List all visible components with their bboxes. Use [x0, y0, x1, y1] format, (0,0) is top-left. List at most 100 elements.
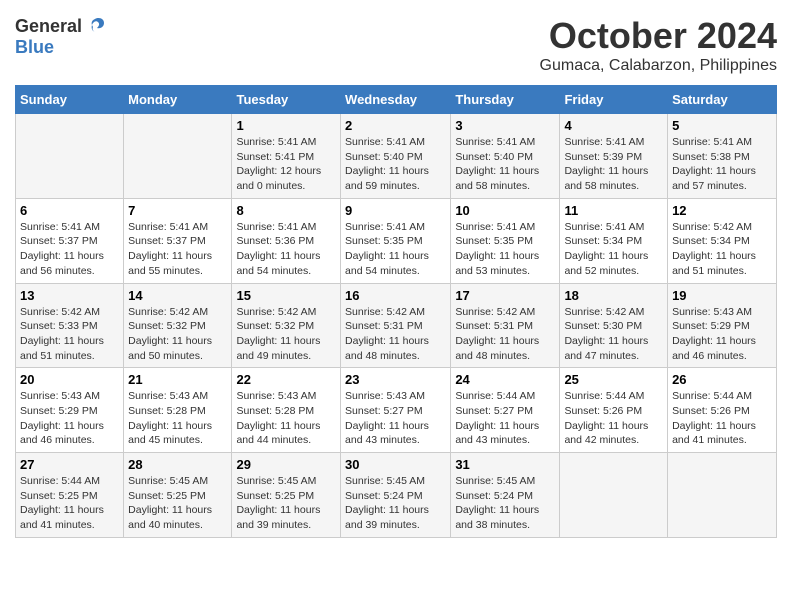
- day-number: 28: [128, 457, 227, 472]
- calendar-cell: 19 Sunrise: 5:43 AM Sunset: 5:29 PM Dayli…: [668, 283, 777, 368]
- calendar-table: SundayMondayTuesdayWednesdayThursdayFrid…: [15, 85, 777, 538]
- calendar-cell: 13 Sunrise: 5:42 AM Sunset: 5:33 PM Dayli…: [16, 283, 124, 368]
- day-number: 17: [455, 288, 555, 303]
- day-number: 13: [20, 288, 119, 303]
- calendar-week-row: 27 Sunrise: 5:44 AM Sunset: 5:25 PM Dayli…: [16, 453, 777, 538]
- day-info: Sunrise: 5:43 AM Sunset: 5:29 PM Dayligh…: [20, 389, 119, 448]
- subtitle: Gumaca, Calabarzon, Philippines: [540, 57, 777, 75]
- day-info: Sunrise: 5:41 AM Sunset: 5:34 PM Dayligh…: [564, 220, 663, 279]
- day-number: 18: [564, 288, 663, 303]
- calendar-header-monday: Monday: [124, 86, 232, 114]
- day-number: 26: [672, 372, 772, 387]
- day-number: 8: [236, 203, 336, 218]
- calendar-cell: [124, 114, 232, 199]
- day-info: Sunrise: 5:41 AM Sunset: 5:36 PM Dayligh…: [236, 220, 336, 279]
- calendar-week-row: 1 Sunrise: 5:41 AM Sunset: 5:41 PM Daylig…: [16, 114, 777, 199]
- calendar-cell: 25Sunrise: 5:44 AM Sunset: 5:26 PM Dayli…: [560, 368, 668, 453]
- calendar-cell: 26 Sunrise: 5:44 AM Sunset: 5:26 PM Dayli…: [668, 368, 777, 453]
- day-number: 6: [20, 203, 119, 218]
- main-title: October 2024: [540, 15, 777, 57]
- calendar-cell: 22Sunrise: 5:43 AM Sunset: 5:28 PM Dayli…: [232, 368, 341, 453]
- calendar-header-saturday: Saturday: [668, 86, 777, 114]
- calendar-header-wednesday: Wednesday: [341, 86, 451, 114]
- day-number: 24: [455, 372, 555, 387]
- day-info: Sunrise: 5:41 AM Sunset: 5:35 PM Dayligh…: [455, 220, 555, 279]
- day-number: 3: [455, 118, 555, 133]
- calendar-week-row: 6 Sunrise: 5:41 AM Sunset: 5:37 PM Daylig…: [16, 198, 777, 283]
- day-info: Sunrise: 5:43 AM Sunset: 5:29 PM Dayligh…: [672, 305, 772, 364]
- day-info: Sunrise: 5:41 AM Sunset: 5:38 PM Dayligh…: [672, 135, 772, 194]
- day-info: Sunrise: 5:43 AM Sunset: 5:28 PM Dayligh…: [236, 389, 336, 448]
- logo: General Blue: [15, 15, 106, 58]
- calendar-cell: 7Sunrise: 5:41 AM Sunset: 5:37 PM Daylig…: [124, 198, 232, 283]
- calendar-cell: 23Sunrise: 5:43 AM Sunset: 5:27 PM Dayli…: [341, 368, 451, 453]
- day-number: 2: [345, 118, 446, 133]
- calendar-header-thursday: Thursday: [451, 86, 560, 114]
- calendar-cell: 28 Sunrise: 5:45 AM Sunset: 5:25 PM Dayli…: [124, 453, 232, 538]
- logo-blue-text: Blue: [15, 37, 54, 58]
- day-number: 20: [20, 372, 119, 387]
- calendar-cell: 2Sunrise: 5:41 AM Sunset: 5:40 PM Daylig…: [341, 114, 451, 199]
- calendar-cell: 3Sunrise: 5:41 AM Sunset: 5:40 PM Daylig…: [451, 114, 560, 199]
- day-number: 12: [672, 203, 772, 218]
- calendar-cell: 1 Sunrise: 5:41 AM Sunset: 5:41 PM Daylig…: [232, 114, 341, 199]
- day-number: 27: [20, 457, 119, 472]
- day-number: 5: [672, 118, 772, 133]
- day-info: Sunrise: 5:41 AM Sunset: 5:37 PM Dayligh…: [128, 220, 227, 279]
- calendar-cell: [668, 453, 777, 538]
- day-info: Sunrise: 5:41 AM Sunset: 5:37 PM Dayligh…: [20, 220, 119, 279]
- calendar-cell: 16 Sunrise: 5:42 AM Sunset: 5:31 PM Dayli…: [341, 283, 451, 368]
- calendar-cell: 15 Sunrise: 5:42 AM Sunset: 5:32 PM Dayli…: [232, 283, 341, 368]
- day-info: Sunrise: 5:42 AM Sunset: 5:34 PM Dayligh…: [672, 220, 772, 279]
- day-number: 31: [455, 457, 555, 472]
- calendar-cell: 14Sunrise: 5:42 AM Sunset: 5:32 PM Dayli…: [124, 283, 232, 368]
- calendar-cell: 27 Sunrise: 5:44 AM Sunset: 5:25 PM Dayli…: [16, 453, 124, 538]
- day-info: Sunrise: 5:42 AM Sunset: 5:32 PM Dayligh…: [128, 305, 227, 364]
- calendar-cell: 30Sunrise: 5:45 AM Sunset: 5:24 PM Dayli…: [341, 453, 451, 538]
- day-info: Sunrise: 5:44 AM Sunset: 5:26 PM Dayligh…: [672, 389, 772, 448]
- day-info: Sunrise: 5:42 AM Sunset: 5:33 PM Dayligh…: [20, 305, 119, 364]
- calendar-week-row: 13 Sunrise: 5:42 AM Sunset: 5:33 PM Dayli…: [16, 283, 777, 368]
- calendar-cell: 12 Sunrise: 5:42 AM Sunset: 5:34 PM Dayli…: [668, 198, 777, 283]
- calendar-cell: 21 Sunrise: 5:43 AM Sunset: 5:28 PM Dayli…: [124, 368, 232, 453]
- calendar-body: 1 Sunrise: 5:41 AM Sunset: 5:41 PM Daylig…: [16, 114, 777, 538]
- day-info: Sunrise: 5:44 AM Sunset: 5:25 PM Dayligh…: [20, 474, 119, 533]
- day-info: Sunrise: 5:45 AM Sunset: 5:25 PM Dayligh…: [236, 474, 336, 533]
- day-number: 1: [236, 118, 336, 133]
- calendar-cell: 24Sunrise: 5:44 AM Sunset: 5:27 PM Dayli…: [451, 368, 560, 453]
- calendar-cell: 29 Sunrise: 5:45 AM Sunset: 5:25 PM Dayli…: [232, 453, 341, 538]
- day-number: 19: [672, 288, 772, 303]
- day-info: Sunrise: 5:43 AM Sunset: 5:28 PM Dayligh…: [128, 389, 227, 448]
- calendar-header-row: SundayMondayTuesdayWednesdayThursdayFrid…: [16, 86, 777, 114]
- day-number: 10: [455, 203, 555, 218]
- day-number: 11: [564, 203, 663, 218]
- day-info: Sunrise: 5:42 AM Sunset: 5:30 PM Dayligh…: [564, 305, 663, 364]
- logo-general-text: General: [15, 16, 82, 37]
- day-info: Sunrise: 5:42 AM Sunset: 5:31 PM Dayligh…: [455, 305, 555, 364]
- logo-bird-icon: [84, 15, 106, 37]
- day-info: Sunrise: 5:45 AM Sunset: 5:25 PM Dayligh…: [128, 474, 227, 533]
- day-number: 16: [345, 288, 446, 303]
- calendar-cell: [560, 453, 668, 538]
- day-info: Sunrise: 5:44 AM Sunset: 5:26 PM Dayligh…: [564, 389, 663, 448]
- calendar-cell: 17 Sunrise: 5:42 AM Sunset: 5:31 PM Dayli…: [451, 283, 560, 368]
- header: General Blue October 2024 Gumaca, Calaba…: [15, 15, 777, 75]
- day-number: 15: [236, 288, 336, 303]
- day-info: Sunrise: 5:41 AM Sunset: 5:35 PM Dayligh…: [345, 220, 446, 279]
- calendar-cell: 5 Sunrise: 5:41 AM Sunset: 5:38 PM Daylig…: [668, 114, 777, 199]
- day-info: Sunrise: 5:45 AM Sunset: 5:24 PM Dayligh…: [345, 474, 446, 533]
- title-area: October 2024 Gumaca, Calabarzon, Philipp…: [540, 15, 777, 75]
- day-info: Sunrise: 5:42 AM Sunset: 5:32 PM Dayligh…: [236, 305, 336, 364]
- calendar-cell: 18 Sunrise: 5:42 AM Sunset: 5:30 PM Dayli…: [560, 283, 668, 368]
- calendar-cell: 31Sunrise: 5:45 AM Sunset: 5:24 PM Dayli…: [451, 453, 560, 538]
- calendar-header-sunday: Sunday: [16, 86, 124, 114]
- calendar-week-row: 20 Sunrise: 5:43 AM Sunset: 5:29 PM Dayli…: [16, 368, 777, 453]
- day-number: 29: [236, 457, 336, 472]
- day-info: Sunrise: 5:41 AM Sunset: 5:41 PM Dayligh…: [236, 135, 336, 194]
- day-info: Sunrise: 5:41 AM Sunset: 5:39 PM Dayligh…: [564, 135, 663, 194]
- day-number: 23: [345, 372, 446, 387]
- day-number: 21: [128, 372, 227, 387]
- day-info: Sunrise: 5:42 AM Sunset: 5:31 PM Dayligh…: [345, 305, 446, 364]
- calendar-cell: 4Sunrise: 5:41 AM Sunset: 5:39 PM Daylig…: [560, 114, 668, 199]
- calendar-cell: [16, 114, 124, 199]
